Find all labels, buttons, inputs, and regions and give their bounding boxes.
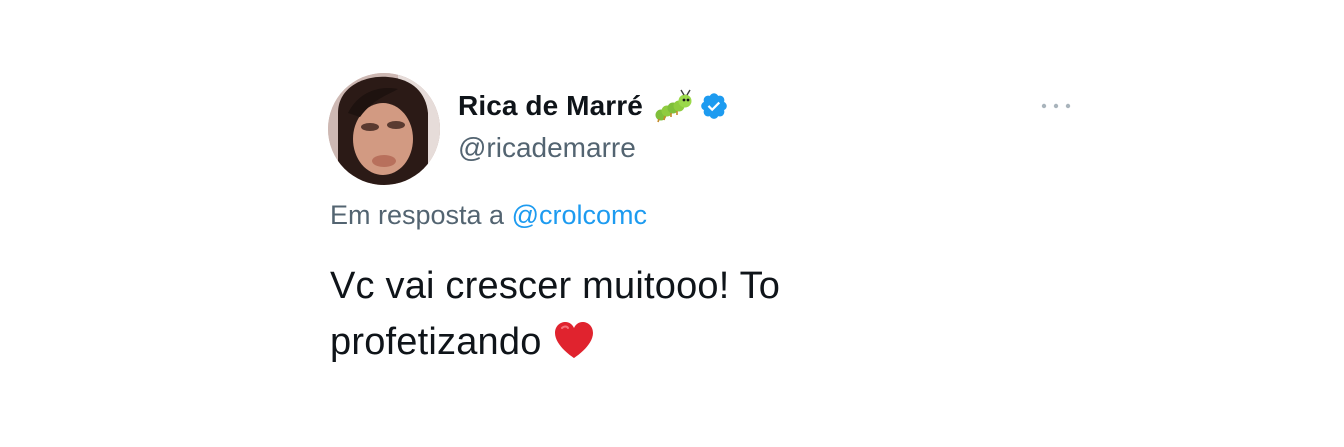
red-heart-emoji-icon <box>552 320 596 376</box>
more-options-button[interactable] <box>1036 94 1076 118</box>
tweet-text-line-1: Vc vai crescer muitooo! To <box>330 265 781 307</box>
avatar[interactable] <box>328 73 440 185</box>
author-handle[interactable]: @ricademarre <box>458 132 636 164</box>
tweet-text-line-2: profetizando <box>330 321 542 363</box>
avatar-photo <box>328 73 440 185</box>
author-display-name[interactable]: Rica de Marré <box>458 90 643 122</box>
caterpillar-emoji-icon <box>653 89 693 123</box>
reply-prefix: Em resposta a <box>330 200 505 230</box>
more-options-icon <box>1041 103 1071 109</box>
reply-context: Em resposta a @crolcomc <box>330 200 647 231</box>
verified-badge-icon <box>699 91 729 121</box>
tweet-text: Vc vai crescer muitooo! To profetizando <box>330 258 970 376</box>
tweet-text-line-2-wrap: profetizando <box>330 314 970 376</box>
reply-mention-link[interactable]: @crolcomc <box>512 200 647 230</box>
author-name-row: Rica de Marré <box>458 86 729 126</box>
tweet-card: Rica de Marré @ricademarre Em resposta a… <box>0 0 1344 447</box>
